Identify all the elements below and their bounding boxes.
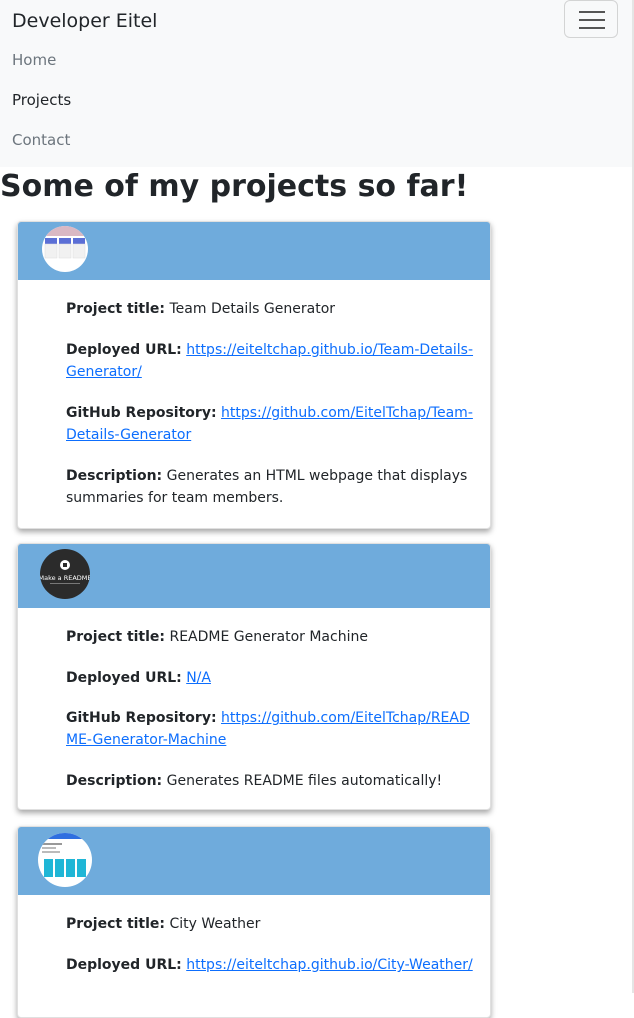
- project-card: Project title: Team Details Generator De…: [17, 221, 491, 529]
- github-repo-field: GitHub Repository: https://github.com/Ei…: [66, 707, 476, 751]
- navbar-toggler-button[interactable]: [564, 0, 618, 38]
- project-title-value: City Weather: [169, 916, 261, 932]
- project-title-value: README Generator Machine: [169, 629, 368, 645]
- hamburger-icon: [579, 11, 605, 13]
- project-title-label: Project title:: [66, 629, 166, 645]
- project-card: Project title: City Weather Deployed URL…: [17, 826, 491, 1018]
- deployed-url-field: Deployed URL: https://eiteltchap.github.…: [66, 954, 476, 976]
- weather-thumbnail-icon: [38, 833, 92, 877]
- project-title-field: Project title: Team Details Generator: [66, 298, 476, 320]
- navbar: Developer Eitel Home Projects Contact: [0, 0, 632, 167]
- project-thumbnail: [42, 226, 88, 272]
- project-title-label: Project title:: [66, 916, 166, 932]
- project-title-field: Project title: README Generator Machine: [66, 626, 476, 648]
- description-value: Generates README files automatically!: [166, 773, 443, 789]
- nav-link-projects[interactable]: Projects: [12, 89, 71, 111]
- deployed-url-link[interactable]: https://eiteltchap.github.io/City-Weathe…: [186, 957, 473, 973]
- card-header: [18, 827, 490, 895]
- github-repo-label: GitHub Repository:: [66, 710, 217, 726]
- navbar-brand[interactable]: Developer Eitel: [12, 8, 157, 34]
- deployed-url-field: Deployed URL: N/A: [66, 667, 476, 689]
- description-field: Description: Generates README files auto…: [66, 770, 476, 792]
- deployed-url-field: Deployed URL: https://eiteltchap.github.…: [66, 339, 476, 383]
- project-title-value: Team Details Generator: [169, 301, 336, 317]
- project-thumbnail: Make a README: [40, 549, 90, 599]
- project-thumbnail: [38, 833, 92, 887]
- description-label: Description:: [66, 773, 163, 789]
- team-generator-thumbnail-icon: [42, 226, 88, 259]
- readme-thumbnail-icon: Make a README: [40, 560, 90, 584]
- deployed-url-link[interactable]: N/A: [186, 670, 211, 686]
- project-card: Make a README Project title: README Gene…: [17, 543, 491, 810]
- deployed-url-label: Deployed URL:: [66, 670, 182, 686]
- project-title-label: Project title:: [66, 301, 166, 317]
- deployed-url-label: Deployed URL:: [66, 957, 182, 973]
- card-header: Make a README: [18, 544, 490, 608]
- thumbnail-caption: Make a README: [40, 574, 90, 582]
- github-repo-field: GitHub Repository: https://github.com/Ei…: [66, 402, 476, 446]
- deployed-url-label: Deployed URL:: [66, 342, 182, 358]
- card-header: [18, 222, 490, 280]
- hamburger-icon: [579, 27, 605, 29]
- description-field: Description: Generates an HTML webpage t…: [66, 465, 476, 509]
- hamburger-icon: [579, 19, 605, 21]
- nav-link-contact[interactable]: Contact: [12, 129, 70, 151]
- description-label: Description:: [66, 468, 163, 484]
- nav-link-home[interactable]: Home: [12, 49, 56, 71]
- project-title-field: Project title: City Weather: [66, 913, 476, 935]
- github-repo-label: GitHub Repository:: [66, 405, 217, 421]
- page-heading: Some of my projects so far!: [0, 169, 469, 204]
